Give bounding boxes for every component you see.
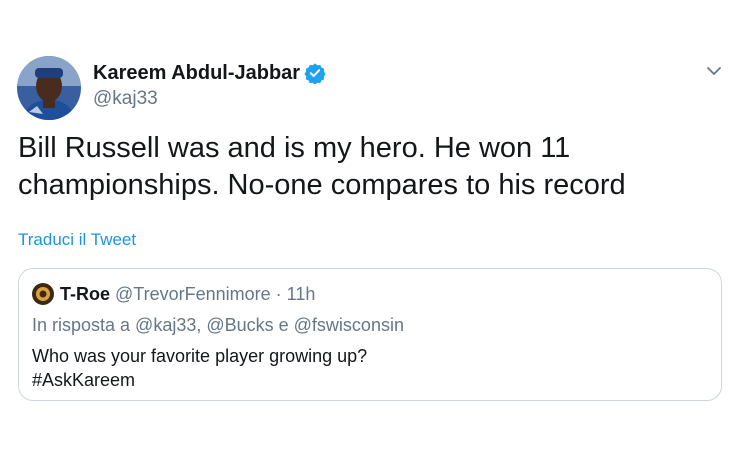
quoted-tweet-header: T-Roe @TrevorFennimore · 11h (32, 283, 315, 305)
quoted-text-line: Who was your favorite player growing up? (32, 346, 368, 366)
quoted-hashtag: #AskKareem (32, 370, 136, 390)
tweet-author-avatar[interactable] (17, 56, 81, 120)
author-name-row: Kareem Abdul-Jabbar (93, 61, 326, 85)
quoted-separator: · (275, 283, 282, 304)
author-handle[interactable]: @kaj33 (93, 88, 326, 110)
tweet-text: Bill Russell was and is my hero. He won … (18, 130, 718, 204)
tweet-text-line: Bill Russell was and is my hero. He won … (18, 132, 571, 164)
chevron-down-icon[interactable] (703, 60, 725, 82)
quoted-reply-context: In risposta a @kaj33, @Bucks e @fswiscon… (32, 315, 404, 335)
verified-badge-icon (304, 63, 326, 84)
quoted-tweet-text: Who was your favorite player growing up?… (32, 344, 712, 392)
quoted-tweet-card[interactable]: T-Roe @TrevorFennimore · 11h In risposta… (18, 268, 722, 401)
quoted-author-avatar (32, 283, 54, 305)
tweet-text-line: championships. No-one compares to his re… (18, 169, 626, 201)
quoted-author-name: T-Roe (60, 283, 111, 304)
quoted-author-handle: @TrevorFennimore (115, 283, 271, 304)
tweet-author: Kareem Abdul-Jabbar @kaj33 (93, 61, 326, 110)
author-name[interactable]: Kareem Abdul-Jabbar (93, 62, 300, 85)
quoted-timestamp: 11h (286, 283, 316, 304)
translate-tweet-link[interactable]: Traduci il Tweet (18, 230, 136, 250)
